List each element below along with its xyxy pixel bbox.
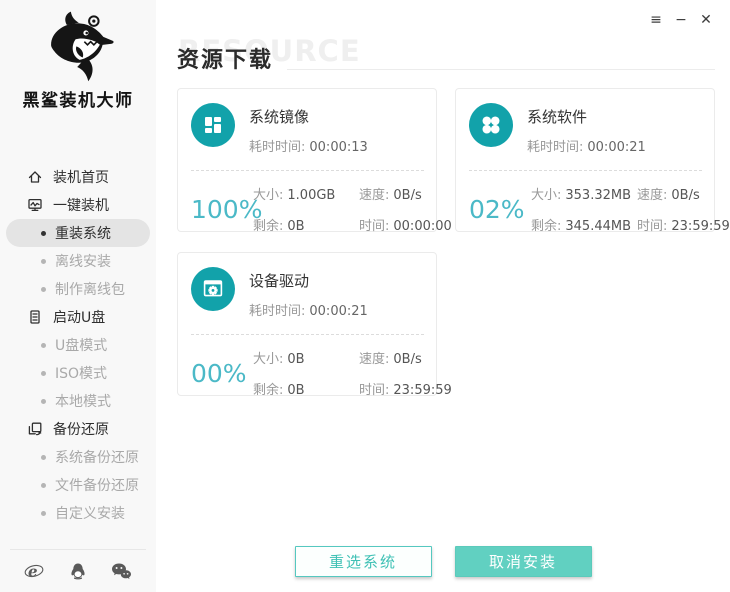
sidebar-item-label: 一键装机 — [53, 195, 109, 215]
sidebar-item-file-backup-restore[interactable]: 文件备份还原 — [0, 471, 156, 499]
speed-stat: 速度:0B/s — [359, 184, 452, 203]
bullet-icon — [41, 287, 46, 292]
main-content: ≡ − ✕ RESOURCE 资源下载 系统 — [156, 0, 730, 592]
sidebar-item-label: ISO模式 — [55, 363, 107, 383]
progress-percent: 00% — [191, 359, 253, 388]
time-stat: 时间:23:59:59 — [359, 379, 452, 398]
sidebar-item-iso-mode[interactable]: ISO模式 — [0, 359, 156, 387]
ie-icon[interactable]: e — [24, 562, 44, 580]
remain-stat: 剩余:0B — [253, 379, 353, 398]
sidebar-item-label: U盘模式 — [55, 335, 107, 355]
action-buttons: 重选系统 取消安装 — [156, 546, 730, 577]
progress-percent: 02% — [469, 195, 531, 224]
sidebar-item-label: 制作离线包 — [55, 279, 125, 299]
sidebar-item-label: 备份还原 — [53, 419, 109, 439]
bullet-icon — [41, 483, 46, 488]
time-stat: 时间:00:00:00 — [359, 215, 452, 234]
sidebar-item-home[interactable]: 装机首页 — [0, 163, 156, 191]
software-icon — [469, 103, 513, 147]
sidebar-item-local-mode[interactable]: 本地模式 — [0, 387, 156, 415]
speed-stat: 速度:0B/s — [637, 184, 730, 203]
card-title: 系统软件 — [527, 106, 646, 127]
size-stat: 大小:353.32MB — [531, 184, 631, 203]
monitor-icon — [27, 197, 43, 213]
elapsed-time: 耗时时间:00:00:13 — [249, 136, 368, 155]
sidebar-item-system-backup-restore[interactable]: 系统备份还原 — [0, 443, 156, 471]
sidebar-item-label: 装机首页 — [53, 167, 109, 187]
app-name: 黑鲨装机大师 — [0, 86, 156, 111]
system-image-icon — [191, 103, 235, 147]
usb-icon — [27, 309, 43, 325]
download-cards: 系统镜像 耗时时间:00:00:13 100% 大小:1.00GB 速度:0B/… — [177, 88, 715, 396]
backup-icon — [27, 421, 43, 437]
sidebar-item-one-key-install[interactable]: 一键装机 — [0, 191, 156, 219]
menu-icon[interactable]: ≡ — [647, 11, 665, 29]
bullet-icon — [41, 371, 46, 376]
sidebar-item-backup-restore[interactable]: 备份还原 — [0, 415, 156, 443]
sidebar-item-label: 文件备份还原 — [55, 475, 139, 495]
sidebar-item-label: 重装系统 — [55, 223, 111, 243]
sidebar-nav: 装机首页 一键装机 重装系统 离线安装 制作离线包 — [0, 163, 156, 527]
page-title: 资源下载 — [177, 42, 273, 74]
bullet-icon — [41, 455, 46, 460]
driver-icon — [191, 267, 235, 311]
sidebar-item-usb-mode[interactable]: U盘模式 — [0, 331, 156, 359]
card-device-driver: 设备驱动 耗时时间:00:00:21 00% 大小:0B 速度:0B/s 剩余:… — [177, 252, 437, 396]
sidebar-item-offline-install[interactable]: 离线安装 — [0, 247, 156, 275]
cancel-install-button[interactable]: 取消安装 — [455, 546, 592, 577]
size-stat: 大小:0B — [253, 348, 353, 367]
sidebar-item-custom-install[interactable]: 自定义安装 — [0, 499, 156, 527]
sidebar: 黑鲨装机大师 装机首页 一键装机 重装系统 — [0, 0, 156, 592]
reselect-system-button[interactable]: 重选系统 — [295, 546, 432, 577]
progress-percent: 100% — [191, 195, 253, 224]
sidebar-item-label: 自定义安装 — [55, 503, 125, 523]
remain-stat: 剩余:345.44MB — [531, 215, 631, 234]
app-logo: 黑鲨装机大师 — [0, 0, 156, 111]
bullet-icon — [41, 511, 46, 516]
time-stat: 时间:23:59:59 — [637, 215, 730, 234]
card-system-software: 系统软件 耗时时间:00:00:21 02% 大小:353.32MB 速度:0B… — [455, 88, 715, 232]
sidebar-item-label: 启动U盘 — [53, 307, 105, 327]
bullet-icon — [41, 231, 46, 236]
sidebar-footer: e — [0, 549, 156, 592]
shark-logo-icon — [0, 10, 156, 86]
sidebar-item-make-offline-pack[interactable]: 制作离线包 — [0, 275, 156, 303]
qq-icon[interactable] — [69, 562, 87, 580]
sidebar-item-reinstall-system[interactable]: 重装系统 — [6, 219, 150, 247]
sidebar-item-label: 本地模式 — [55, 391, 111, 411]
divider — [191, 170, 424, 171]
elapsed-time: 耗时时间:00:00:21 — [249, 300, 368, 319]
card-title: 系统镜像 — [249, 106, 368, 127]
sidebar-item-label: 离线安装 — [55, 251, 111, 271]
title-rule — [287, 69, 715, 70]
home-icon — [27, 169, 43, 185]
bullet-icon — [41, 343, 46, 348]
card-title: 设备驱动 — [249, 270, 368, 291]
card-system-image: 系统镜像 耗时时间:00:00:13 100% 大小:1.00GB 速度:0B/… — [177, 88, 437, 232]
window-controls: ≡ − ✕ — [647, 11, 715, 29]
size-stat: 大小:1.00GB — [253, 184, 353, 203]
remain-stat: 剩余:0B — [253, 215, 353, 234]
bullet-icon — [41, 259, 46, 264]
minimize-icon[interactable]: − — [672, 11, 690, 29]
sidebar-item-label: 系统备份还原 — [55, 447, 139, 467]
divider — [469, 170, 702, 171]
wechat-icon[interactable] — [111, 562, 132, 580]
divider — [191, 334, 424, 335]
sidebar-item-boot-usb[interactable]: 启动U盘 — [0, 303, 156, 331]
speed-stat: 速度:0B/s — [359, 348, 452, 367]
bullet-icon — [41, 399, 46, 404]
close-icon[interactable]: ✕ — [697, 11, 715, 29]
elapsed-time: 耗时时间:00:00:21 — [527, 136, 646, 155]
page-header: RESOURCE 资源下载 — [177, 42, 715, 74]
